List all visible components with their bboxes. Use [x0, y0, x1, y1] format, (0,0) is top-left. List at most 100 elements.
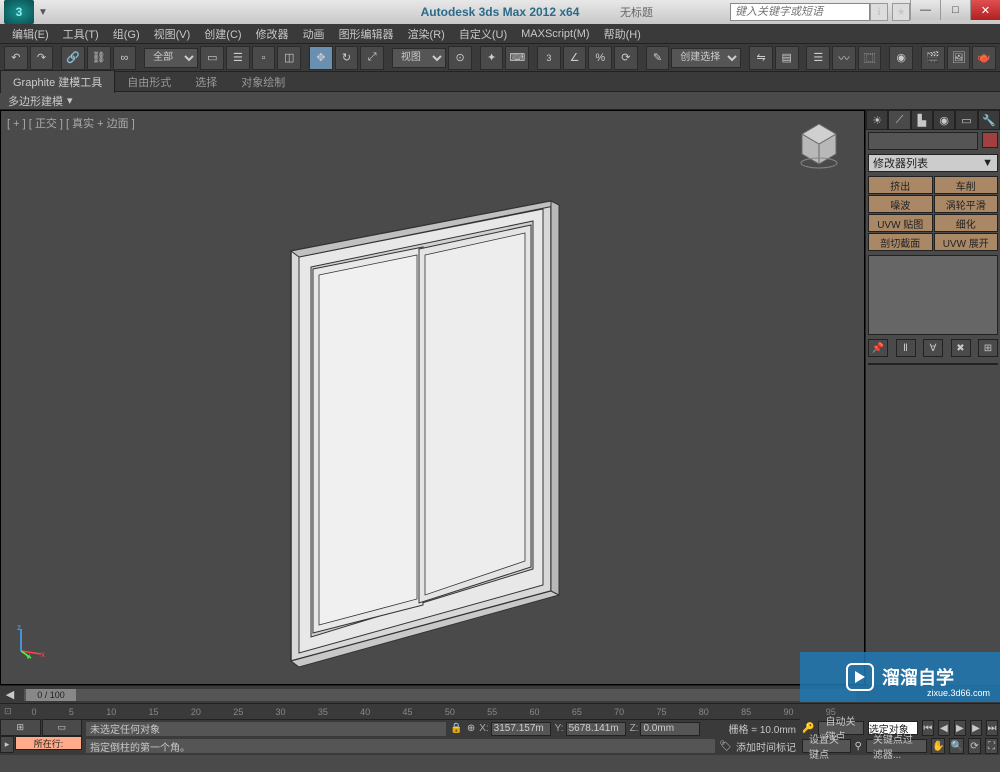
modifier-list-dropdown[interactable]: 修改器列表 ▼ [868, 154, 998, 172]
close-button[interactable]: ✕ [970, 0, 1000, 20]
minimize-button[interactable]: — [910, 0, 940, 20]
show-result-button[interactable]: Ⅱ [896, 339, 916, 357]
make-unique-button[interactable]: ∀ [923, 339, 943, 357]
move-button[interactable]: ✥ [309, 46, 333, 70]
trackbar-toggle-icon[interactable]: ⊡ [4, 706, 12, 717]
btn-unwrap[interactable]: UVW 展开 [934, 233, 999, 251]
remove-modifier-button[interactable]: ✖ [951, 339, 971, 357]
snap-button[interactable]: 3 [537, 46, 561, 70]
add-timetag-label[interactable]: 添加时间标记 [736, 739, 796, 754]
btn-turbosmooth[interactable]: 涡轮平滑 [934, 195, 999, 213]
cmdtab-modify[interactable]: ⟋ [888, 110, 910, 130]
z-coord-input[interactable] [640, 722, 700, 736]
btn-extrude[interactable]: 挤出 [868, 176, 933, 194]
keymode-icon[interactable]: ⚲ [855, 741, 862, 752]
goto-end-button[interactable]: ⏭ [986, 720, 998, 736]
play-button[interactable]: ▶ [954, 720, 966, 736]
nav-pan-button[interactable]: ✋ [931, 738, 945, 754]
menu-animation[interactable]: 动画 [297, 24, 331, 44]
edit-selection-button[interactable]: ✎ [646, 46, 670, 70]
percent-snap-button[interactable]: % [588, 46, 612, 70]
layer-button[interactable]: ☰ [806, 46, 830, 70]
menu-modifiers[interactable]: 修改器 [250, 24, 295, 44]
menu-views[interactable]: 视图(V) [148, 24, 197, 44]
unlink-button[interactable]: ⛓ [87, 46, 111, 70]
keyfilter-button[interactable]: 关键点过滤器... [866, 739, 927, 753]
prev-frame-button[interactable]: ◀ [938, 720, 950, 736]
btn-meshsmooth[interactable]: 细化 [934, 214, 999, 232]
render-button[interactable]: 🫖 [972, 46, 996, 70]
ribbon-panel-label[interactable]: 多边形建模 [8, 93, 63, 109]
y-coord-input[interactable] [566, 722, 626, 736]
modifier-stack[interactable] [868, 255, 998, 335]
ribbon-tab-selection[interactable]: 选择 [183, 71, 229, 93]
next-frame-button[interactable]: ▶ [970, 720, 982, 736]
pivot-button[interactable]: ⊙ [448, 46, 472, 70]
time-slider-handle[interactable]: 0 / 100 [26, 689, 76, 701]
cmdtab-create[interactable]: ☀ [866, 110, 888, 130]
timetag-icon[interactable]: 🏷 [719, 741, 732, 752]
setkey-button[interactable]: 设置关键点 [802, 739, 851, 753]
render-frame-button[interactable]: 🖼 [947, 46, 971, 70]
scale-button[interactable]: ⤢ [360, 46, 384, 70]
align-button[interactable]: ▤ [775, 46, 799, 70]
configure-sets-button[interactable]: ⊞ [978, 339, 998, 357]
nav-orbit-button[interactable]: ⟳ [968, 738, 981, 754]
render-setup-button[interactable]: 🎬 [921, 46, 945, 70]
pin-stack-button[interactable]: 📌 [868, 339, 888, 357]
menu-tools[interactable]: 工具(T) [57, 24, 105, 44]
ribbon-tab-paint[interactable]: 对象绘制 [229, 71, 297, 93]
menu-edit[interactable]: 编辑(E) [6, 24, 55, 44]
time-slider-left-icon[interactable]: ◀ [0, 688, 20, 701]
select-region-button[interactable]: ▫ [252, 46, 276, 70]
ribbon-tab-graphite[interactable]: Graphite 建模工具 [0, 70, 115, 93]
btn-uvwmap[interactable]: UVW 贴图 [868, 214, 933, 232]
btn-bend[interactable]: 噪波 [868, 195, 933, 213]
menu-maxscript[interactable]: MAXScript(M) [515, 26, 595, 42]
menu-customize[interactable]: 自定义(U) [453, 24, 513, 44]
link-button[interactable]: 🔗 [61, 46, 85, 70]
goto-start-button[interactable]: ⏮ [922, 720, 934, 736]
object-color-swatch[interactable] [982, 132, 998, 148]
cmdtab-display[interactable]: ▭ [955, 110, 977, 130]
ref-coord-dropdown[interactable]: 视图 [392, 48, 446, 68]
schematic-button[interactable]: ⿴ [858, 46, 882, 70]
curve-editor-button[interactable]: 〰 [832, 46, 856, 70]
cmdtab-utilities[interactable]: 🔧 [978, 110, 1000, 130]
app-menu-arrow[interactable]: ▼ [38, 7, 48, 18]
window-crossing-button[interactable]: ◫ [277, 46, 301, 70]
material-button[interactable]: ◉ [889, 46, 913, 70]
spinner-snap-button[interactable]: ⟳ [614, 46, 638, 70]
menu-group[interactable]: 组(G) [107, 24, 146, 44]
menu-create[interactable]: 创建(C) [198, 24, 247, 44]
menu-rendering[interactable]: 渲染(R) [402, 24, 451, 44]
viewport[interactable]: [ + ] [ 正交 ] [ 真实 + 边面 ] [0, 110, 865, 685]
undo-button[interactable]: ↶ [4, 46, 28, 70]
app-logo[interactable]: 3 [4, 0, 34, 24]
ribbon-tab-freeform[interactable]: 自由形式 [115, 71, 183, 93]
prompt-toggle-icon[interactable]: ▸ [0, 736, 14, 753]
lock-icon[interactable]: 🔒 [450, 723, 462, 734]
redo-button[interactable]: ↷ [30, 46, 54, 70]
rotate-button[interactable]: ↻ [335, 46, 359, 70]
maxscript-mini-button[interactable]: ⊞ [0, 719, 41, 736]
menu-help[interactable]: 帮助(H) [598, 24, 647, 44]
keyboard-button[interactable]: ⌨ [505, 46, 529, 70]
nav-zoom-button[interactable]: 🔍 [949, 738, 963, 754]
x-coord-input[interactable] [491, 722, 551, 736]
select-button[interactable]: ▭ [200, 46, 224, 70]
angle-snap-button[interactable]: ∠ [563, 46, 587, 70]
cmdtab-motion[interactable]: ◉ [933, 110, 955, 130]
time-slider-track[interactable]: 0 / 100 [24, 689, 856, 701]
bind-button[interactable]: ∞ [113, 46, 137, 70]
object-name-field[interactable] [868, 132, 978, 150]
btn-lathe[interactable]: 车削 [934, 176, 999, 194]
btn-chamfer[interactable]: 剖切截面 [868, 233, 933, 251]
ribbon-expand-icon[interactable]: ▾ [67, 94, 73, 107]
cmdtab-hierarchy[interactable]: ▙ [911, 110, 933, 130]
nav-max-button[interactable]: ⛶ [985, 738, 998, 754]
menu-grapheditors[interactable]: 图形编辑器 [333, 24, 400, 44]
select-name-button[interactable]: ☰ [226, 46, 250, 70]
maximize-button[interactable]: □ [940, 0, 970, 20]
transform-type-icon[interactable]: ⊕ [467, 723, 475, 734]
